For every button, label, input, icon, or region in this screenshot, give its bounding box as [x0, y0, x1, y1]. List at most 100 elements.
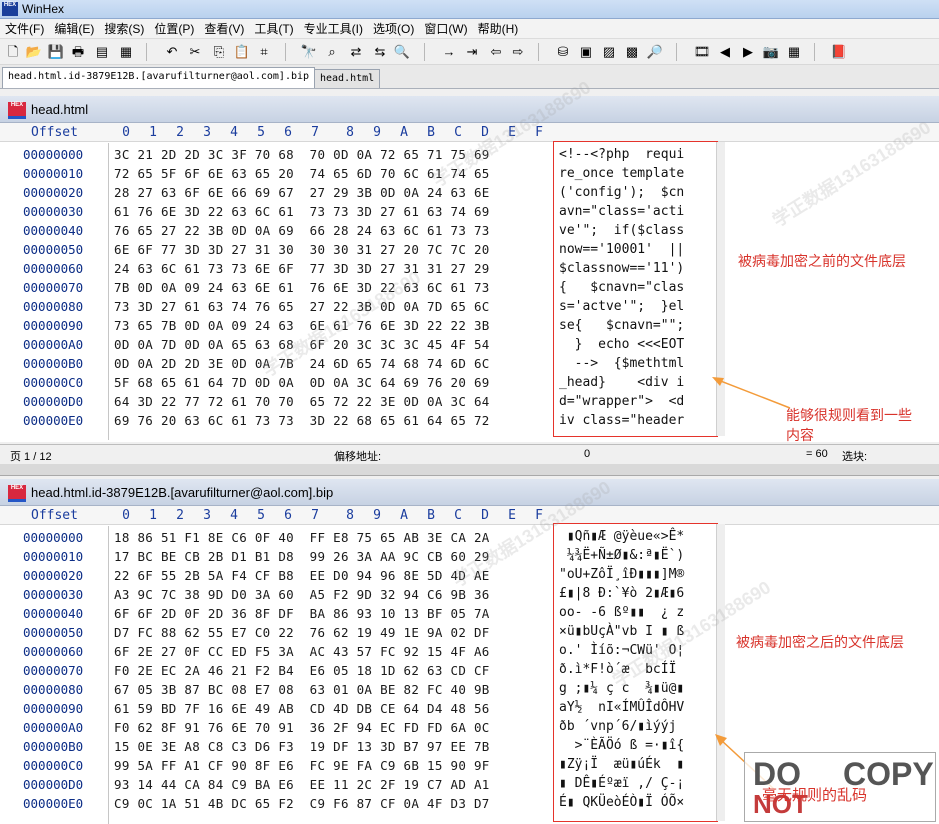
hex-row[interactable]: 17 BC BE CB 2B D1 B1 D8 99 26 3A AA 9C C… — [114, 549, 490, 568]
tab-encrypted-file[interactable]: head.html.id-3879E12B.[avarufilturner@ao… — [2, 67, 316, 88]
forward-icon[interactable]: ⇨ — [509, 42, 527, 60]
text-row[interactable]: $classnow=='11') — [559, 261, 684, 280]
menu-window[interactable]: 窗口(W) — [419, 20, 472, 37]
camera-icon[interactable]: 📷 — [762, 42, 780, 60]
properties-icon[interactable]: ▤ — [93, 42, 111, 60]
hex-row[interactable]: 6F 2E 27 0F CC ED F5 3A AC 43 57 FC 92 1… — [114, 644, 490, 663]
paste-icon[interactable]: 📋 — [233, 42, 251, 60]
new-file-icon[interactable]: 🗋 — [4, 42, 22, 60]
text-row[interactable]: --> {$methtml — [559, 356, 685, 375]
text-row[interactable]: É▮ QKÜeòÉÒ▮Ï ÓÕ× — [559, 795, 684, 814]
save-icon[interactable]: 💾 — [47, 42, 65, 60]
hex-row[interactable]: 61 59 BD 7F 16 6E 49 AB CD 4D DB CE 64 D… — [114, 701, 490, 720]
ram-editor-icon[interactable]: ▣ — [577, 42, 595, 60]
menu-view[interactable]: 查看(V) — [199, 20, 249, 37]
hex-row[interactable]: 99 5A FF A1 CF 90 8F E6 FC 9E FA C9 6B 1… — [114, 758, 490, 777]
open-folder-icon[interactable]: 📂 — [25, 42, 43, 60]
hex-row[interactable]: C9 0C 1A 51 4B DC 65 F2 C9 F6 87 CF 0A 4… — [114, 796, 490, 815]
text-row[interactable]: avn="class='acti — [559, 204, 684, 223]
hex-row[interactable]: 24 63 6C 61 73 73 6E 6F 77 3D 3D 27 31 3… — [114, 261, 490, 280]
hex-row[interactable]: 0D 0A 2D 2D 3E 0D 0A 7B 24 6D 65 74 68 7… — [114, 356, 490, 375]
hex-row[interactable]: 73 3D 27 61 63 74 76 65 27 22 3B 0D 0A 7… — [114, 299, 490, 318]
text-row[interactable]: ve'"; if($class — [559, 223, 684, 242]
text-row[interactable]: aY½ nI«ÍMÛÎdÔHV — [559, 700, 684, 719]
text-row[interactable]: >¨ÈÃÖó ß =·▮î{ — [559, 738, 685, 757]
text-row[interactable]: } echo <<<EOT — [559, 337, 685, 356]
text-row[interactable]: _head} <div i — [559, 375, 684, 394]
find-text-icon[interactable]: 🔭 — [300, 42, 318, 60]
copy-icon[interactable]: ⎘ — [210, 42, 228, 60]
back-icon[interactable]: ⇦ — [487, 42, 505, 60]
find-again-icon[interactable]: 🔍 — [393, 42, 411, 60]
hex-row[interactable]: 15 0E 3E A8 C8 C3 D6 F3 19 DF 13 3D B7 9… — [114, 739, 490, 758]
hex-row[interactable]: 64 3D 22 77 72 61 70 70 65 72 22 3E 0D 0… — [114, 394, 490, 413]
text-row[interactable]: ð.ì*F!ò´æ bcÍÏ — [559, 662, 676, 681]
text-row[interactable]: g ;▮¼ ç c ¾▮ü@▮ — [559, 681, 684, 700]
text-row[interactable]: ▮Qñ▮Æ @ÿèue«>Ê* — [559, 529, 684, 548]
text-row[interactable]: ðb ´vnp´6/▮ìýýj — [559, 719, 684, 738]
menu-options[interactable]: 选项(O) — [368, 20, 419, 37]
hex-row[interactable]: 73 65 7B 0D 0A 09 24 63 6E 61 76 6E 3D 2… — [114, 318, 490, 337]
menu-help[interactable]: 帮助(H) — [473, 20, 524, 37]
text-row[interactable]: now=='10001' || — [559, 242, 684, 261]
binary-icon[interactable]: ⌗ — [255, 42, 273, 60]
text-row[interactable]: ×ü▮bUçÀ"vb I ▮ ß — [559, 624, 684, 643]
panel-splitter[interactable] — [0, 464, 939, 476]
hex-row[interactable]: F0 2E EC 2A 46 21 F2 B4 E6 05 18 1D 62 6… — [114, 663, 490, 682]
text-row[interactable]: oo- -6 ßº▮▮ ¿ z — [559, 605, 684, 624]
print-icon[interactable]: 🖶 — [69, 42, 87, 60]
text-row[interactable]: re_once template — [559, 166, 684, 185]
menu-tools[interactable]: 工具(T) — [249, 20, 298, 37]
text-row[interactable]: s='actve'"; }el — [559, 299, 684, 318]
goto-sector-icon[interactable]: ⇥ — [463, 42, 481, 60]
previous-icon[interactable]: ◀ — [716, 42, 734, 60]
hex-row[interactable]: 61 76 6E 3D 22 63 6C 61 73 73 3D 27 61 6… — [114, 204, 490, 223]
calculator-icon[interactable]: ▩ — [623, 42, 641, 60]
hex-row[interactable]: 67 05 3B 87 BC 08 E7 08 63 01 0A BE 82 F… — [114, 682, 490, 701]
book-icon[interactable]: 📕 — [830, 42, 848, 60]
bottom-text-area[interactable]: ▮Qñ▮Æ @ÿèue«>Ê* ¼¾Ë+Ñ±Ø▮&:ª▮Ë`) "oU+ZôÏ¸î… — [553, 523, 718, 822]
replace-text-icon[interactable]: ⇄ — [347, 42, 365, 60]
text-row[interactable]: o.' Ìíõ:¬CWü' O¦ — [559, 643, 684, 662]
hex-row[interactable]: 22 6F 55 2B 5A F4 CF B8 EE D0 94 96 8E 5… — [114, 568, 490, 587]
text-row[interactable]: d="wrapper"> <d — [559, 394, 684, 413]
top-text-area[interactable]: <!--<?php requi re_once template ('config'… — [553, 141, 718, 437]
hex-row[interactable]: 5F 68 65 61 64 7D 0D 0A 0D 0A 3C 64 69 7… — [114, 375, 490, 394]
goto-offset-icon[interactable]: → — [440, 42, 458, 60]
text-row[interactable]: ('config'); $cn — [559, 185, 684, 204]
hex-row[interactable]: 7B 0D 0A 09 24 63 6E 61 76 6E 3D 22 63 6… — [114, 280, 490, 299]
tab-head-html[interactable]: head.html — [314, 69, 381, 88]
text-row[interactable]: ¼¾Ë+Ñ±Ø▮&:ª▮Ë`) — [559, 548, 684, 567]
text-row[interactable]: <!--<?php requi — [559, 147, 684, 166]
menu-edit[interactable]: 编辑(E) — [49, 20, 99, 37]
hex-row[interactable]: 76 65 27 22 3B 0D 0A 69 66 28 24 63 6C 6… — [114, 223, 490, 242]
hex-row[interactable]: 18 86 51 F1 8E C6 0F 40 FF E8 75 65 AB 3… — [114, 530, 490, 549]
text-row[interactable]: iv class="header — [559, 413, 684, 432]
menu-file[interactable]: 文件(F) — [0, 20, 49, 37]
menu-specialist-tools[interactable]: 专业工具(I) — [299, 20, 368, 37]
grid-icon[interactable]: ▦ — [785, 42, 803, 60]
undo-icon[interactable]: ↶ — [163, 42, 181, 60]
hex-row[interactable]: 72 65 5F 6F 6E 63 65 20 74 65 6D 70 6C 6… — [114, 166, 490, 185]
text-row[interactable]: { $cnavn="clas — [559, 280, 684, 299]
hex-row[interactable]: 0D 0A 7D 0D 0A 65 63 68 6F 20 3C 3C 3C 4… — [114, 337, 490, 356]
hex-row[interactable]: 3C 21 2D 2D 3C 3F 70 68 70 0D 0A 72 65 7… — [114, 147, 490, 166]
film-strip-icon[interactable]: 🎞 — [693, 42, 711, 60]
top-hex-area[interactable]: 3C 21 2D 2D 3C 3F 70 68 70 0D 0A 72 65 7… — [109, 143, 553, 440]
hex-row[interactable]: 6F 6F 2D 0F 2D 36 8F DF BA 86 93 10 13 B… — [114, 606, 490, 625]
find-hex-icon[interactable]: ⌕ — [323, 42, 341, 60]
bottom-hex-area[interactable]: 18 86 51 F1 8E C6 0F 40 FF E8 75 65 AB 3… — [109, 526, 553, 824]
text-row[interactable]: "oU+ZôÏ¸îÐ▮▮▮]M® — [559, 567, 684, 586]
hex-row[interactable]: F0 62 8F 91 76 6E 70 91 36 2F 94 EC FD F… — [114, 720, 490, 739]
disk-editor-icon[interactable]: ⛁ — [554, 42, 572, 60]
menu-search[interactable]: 搜索(S) — [99, 20, 149, 37]
analyze-icon[interactable]: ▨ — [600, 42, 618, 60]
hex-row[interactable]: 6E 6F 77 3D 3D 27 31 30 30 30 31 27 20 7… — [114, 242, 490, 261]
hex-row[interactable]: 28 27 63 6F 6E 66 69 67 27 29 3B 0D 0A 2… — [114, 185, 490, 204]
menu-position[interactable]: 位置(P) — [149, 20, 199, 37]
cut-icon[interactable]: ✂ — [186, 42, 204, 60]
text-row[interactable]: se{ $cnavn=""; — [559, 318, 684, 337]
text-row[interactable]: £▮|8 Ð:`¥ò 2▮Æ▮6 — [559, 586, 684, 605]
text-row[interactable]: ▮Zÿ¡Ï æü▮úÉk ▮ — [559, 757, 684, 776]
open-disk-icon[interactable]: ▦ — [117, 42, 135, 60]
